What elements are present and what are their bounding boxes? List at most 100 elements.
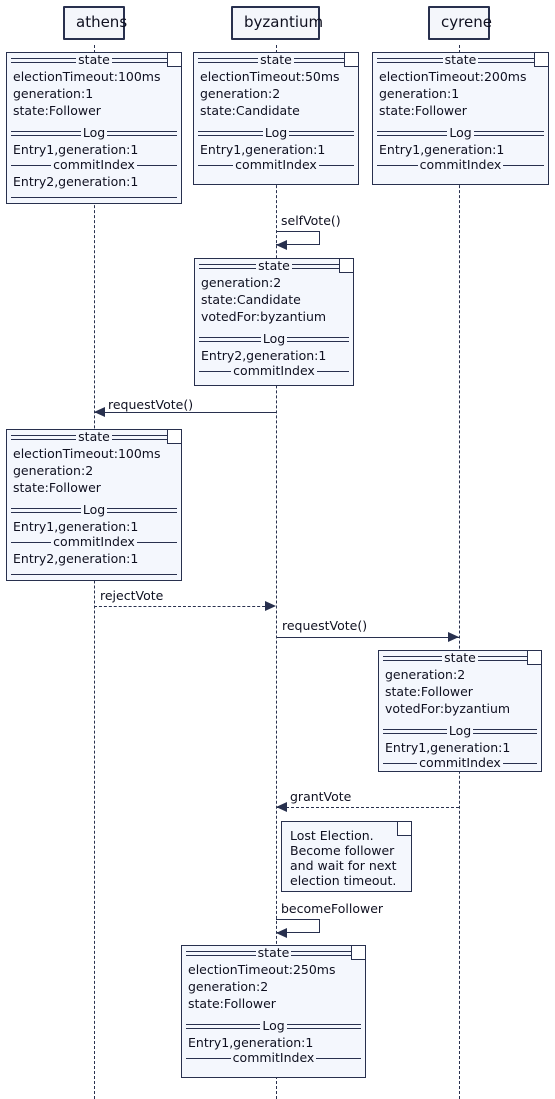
arrowhead-requestvote-athens: [94, 407, 105, 417]
log-line: Entry1,generation:1: [13, 519, 139, 534]
note-section-log: Log: [7, 503, 181, 518]
message-label-selfvote: selfVote(): [281, 213, 341, 228]
state-line: electionTimeout:100ms: [13, 446, 161, 461]
divider-rule-left: [198, 165, 234, 166]
divider-rule-right: [477, 656, 538, 661]
section-label-log: Log: [82, 125, 106, 141]
divider-rule-left: [11, 131, 81, 136]
state-line: generation:2: [200, 86, 281, 101]
divider-rule-right: [111, 58, 178, 63]
divider-rule-right: [478, 58, 545, 63]
state-line: state:Candidate: [201, 292, 301, 307]
commit-line: Entry2,generation:1: [13, 174, 139, 189]
divider-rule-left: [186, 1058, 231, 1059]
message-line-grantvote[interactable]: [276, 807, 459, 808]
divider-rule-right: [136, 165, 178, 166]
participant-cyrene[interactable]: cyrene: [428, 6, 492, 40]
note-section-log: Log: [194, 126, 358, 141]
state-line: state:Follower: [385, 684, 473, 699]
section-label-log: Log: [449, 125, 472, 141]
divider-rule-left: [199, 264, 257, 269]
state-line: state:Candidate: [200, 103, 300, 118]
section-label-log: Log: [262, 1018, 285, 1034]
note-section-commitindex: commitIndex: [182, 1051, 365, 1066]
divider-rule-right: [473, 131, 545, 136]
note-section-commitindex: commitIndex: [194, 158, 358, 173]
section-label-state: state: [444, 650, 476, 666]
comment-line: election timeout.: [290, 873, 397, 888]
divider-rule-right: [293, 58, 355, 63]
state-line: electionTimeout:100ms: [13, 69, 161, 84]
section-label-state: state: [78, 52, 110, 68]
state-note-byzantium-after-selfvote: state generation:2 state:Candidate voted…: [194, 258, 354, 386]
divider-rule-right: [316, 371, 350, 372]
section-label-state: state: [444, 52, 477, 68]
note-section-state: state: [7, 53, 181, 68]
arrowhead-selfvote: [276, 239, 287, 250]
divider-rule-left: [11, 508, 81, 513]
divider-rule-left: [11, 165, 52, 166]
divider-rule-left: [11, 197, 177, 198]
divider-rule-left: [377, 58, 443, 63]
note-section-state: state: [7, 430, 181, 445]
divider-rule-right: [287, 337, 350, 342]
section-label-log: Log: [262, 331, 286, 347]
commit-line: Entry2,generation:1: [13, 551, 139, 566]
message-line-requestvote-athens[interactable]: [94, 412, 276, 413]
log-line: Entry1,generation:1: [379, 142, 505, 157]
divider-rule-right: [107, 131, 178, 136]
message-label-rejectvote: rejectVote: [100, 588, 164, 603]
divider-rule-right: [286, 1024, 362, 1029]
state-line: votedFor:byzantium: [201, 309, 327, 324]
section-label-commitindex: commitIndex: [419, 157, 502, 173]
note-section-state: state: [373, 53, 548, 68]
note-section-end: [7, 567, 181, 580]
message-line-rejectvote[interactable]: [94, 606, 270, 607]
message-label-requestvote-cyrene: requestVote(): [282, 618, 368, 633]
section-label-state: state: [260, 52, 292, 68]
state-line: generation:2: [385, 667, 466, 682]
participant-byzantium-label: byzantium: [244, 13, 324, 31]
divider-rule-right: [503, 165, 545, 166]
participant-athens[interactable]: athens: [63, 6, 127, 40]
note-section-state: state: [194, 53, 358, 68]
section-label-log: Log: [82, 502, 106, 518]
state-line: generation:1: [13, 86, 94, 101]
comment-note-lost-election: Lost Election. Become follower and wait …: [281, 821, 412, 892]
note-section-commitindex: commitIndex: [379, 756, 541, 771]
divider-rule-right: [111, 435, 178, 440]
note-section-commitindex: commitIndex: [195, 364, 353, 379]
comment-line: Become follower: [290, 843, 395, 858]
state-line: generation:2: [201, 275, 282, 290]
message-line-requestvote-cyrene[interactable]: [276, 637, 459, 638]
log-line: Entry1,generation:1: [200, 142, 326, 157]
note-section-log: Log: [373, 126, 548, 141]
arrowhead-requestvote-cyrene: [448, 632, 459, 642]
arrowhead-grantvote: [276, 802, 287, 812]
note-section-commitindex: commitIndex: [373, 158, 548, 173]
message-label-requestvote-athens: requestVote(): [108, 397, 194, 412]
divider-rule-right: [107, 508, 178, 513]
note-section-state: state: [379, 651, 541, 666]
divider-rule-left: [11, 58, 77, 63]
state-line: electionTimeout:50ms: [200, 69, 340, 84]
section-label-state: state: [257, 945, 290, 961]
section-label-log: Log: [264, 125, 288, 141]
divider-rule-left: [383, 729, 447, 734]
note-section-commitindex: commitIndex: [7, 535, 181, 550]
divider-rule-left: [199, 337, 261, 342]
section-label-commitindex: commitIndex: [419, 755, 501, 771]
log-line: Entry1,generation:1: [13, 142, 139, 157]
divider-rule-left: [383, 656, 443, 661]
divider-rule-right: [473, 729, 538, 734]
section-label-commitindex: commitIndex: [233, 363, 315, 379]
state-line: generation:2: [13, 463, 94, 478]
sequence-diagram-canvas: athens byzantium cyrene state electionTi…: [0, 0, 555, 1099]
section-label-commitindex: commitIndex: [232, 1050, 315, 1066]
state-line: state:Follower: [13, 480, 101, 495]
participant-byzantium[interactable]: byzantium: [231, 6, 324, 40]
section-label-commitindex: commitIndex: [53, 534, 135, 550]
state-note-athens-after-requestvote: state electionTimeout:100ms generation:2…: [6, 429, 182, 581]
lifeline-byzantium: [275, 45, 277, 1099]
note-section-end: [7, 190, 181, 203]
